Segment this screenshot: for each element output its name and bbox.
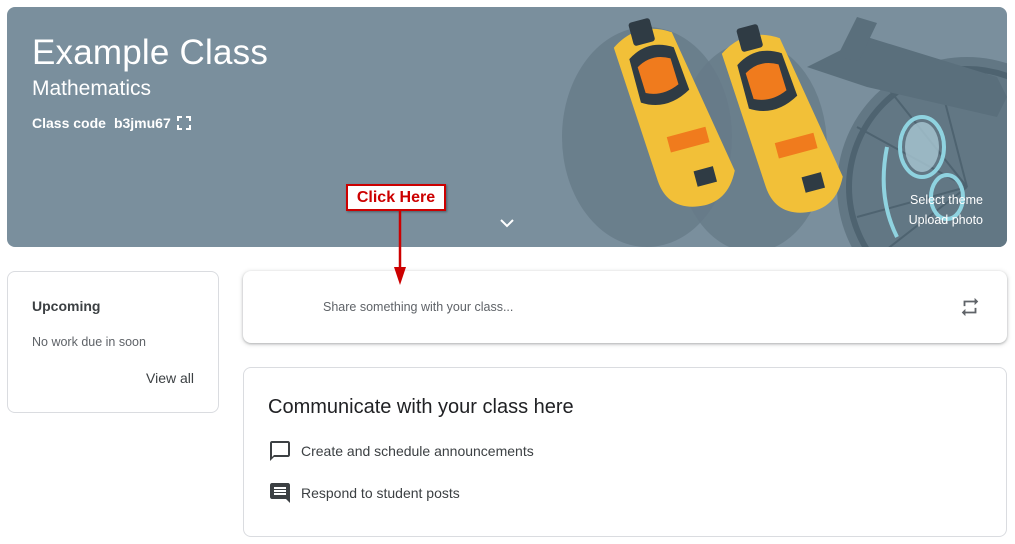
fullscreen-icon[interactable]	[176, 116, 191, 130]
view-all-link[interactable]: View all	[146, 370, 194, 386]
comment-icon	[268, 481, 292, 505]
upcoming-card: Upcoming No work due in soon View all	[7, 271, 219, 413]
announcement-icon	[268, 439, 292, 463]
communicate-title: Communicate with your class here	[268, 396, 574, 418]
chevron-down-icon[interactable]	[499, 215, 515, 228]
click-here-callout: Click Here	[346, 184, 446, 211]
communicate-item-respond: Respond to student posts	[268, 481, 460, 505]
upcoming-title: Upcoming	[32, 298, 101, 314]
share-input[interactable]: Share something with your class...	[323, 300, 513, 314]
callout-arrow-icon	[394, 211, 406, 285]
class-subtitle: Mathematics	[32, 77, 152, 100]
class-code-value: b3jmu67	[113, 115, 171, 131]
class-title: Example Class	[32, 33, 269, 72]
upload-photo-link[interactable]: Upload photo	[909, 213, 983, 227]
communicate-item-announcements: Create and schedule announcements	[268, 439, 534, 463]
upcoming-empty-text: No work due in soon	[32, 335, 146, 349]
select-theme-link[interactable]: Select theme	[910, 193, 983, 207]
share-box[interactable]: Share something with your class...	[243, 271, 1007, 343]
communicate-item-label: Create and schedule announcements	[301, 443, 534, 459]
class-code-label: Class code	[32, 115, 106, 131]
class-code-row: Class code b3jmu67	[32, 115, 191, 131]
repost-icon[interactable]	[959, 296, 981, 318]
communicate-item-label: Respond to student posts	[301, 485, 460, 501]
communicate-card: Communicate with your class here Create …	[243, 367, 1007, 537]
class-banner: Example Class Mathematics Class code b3j…	[7, 7, 1007, 247]
